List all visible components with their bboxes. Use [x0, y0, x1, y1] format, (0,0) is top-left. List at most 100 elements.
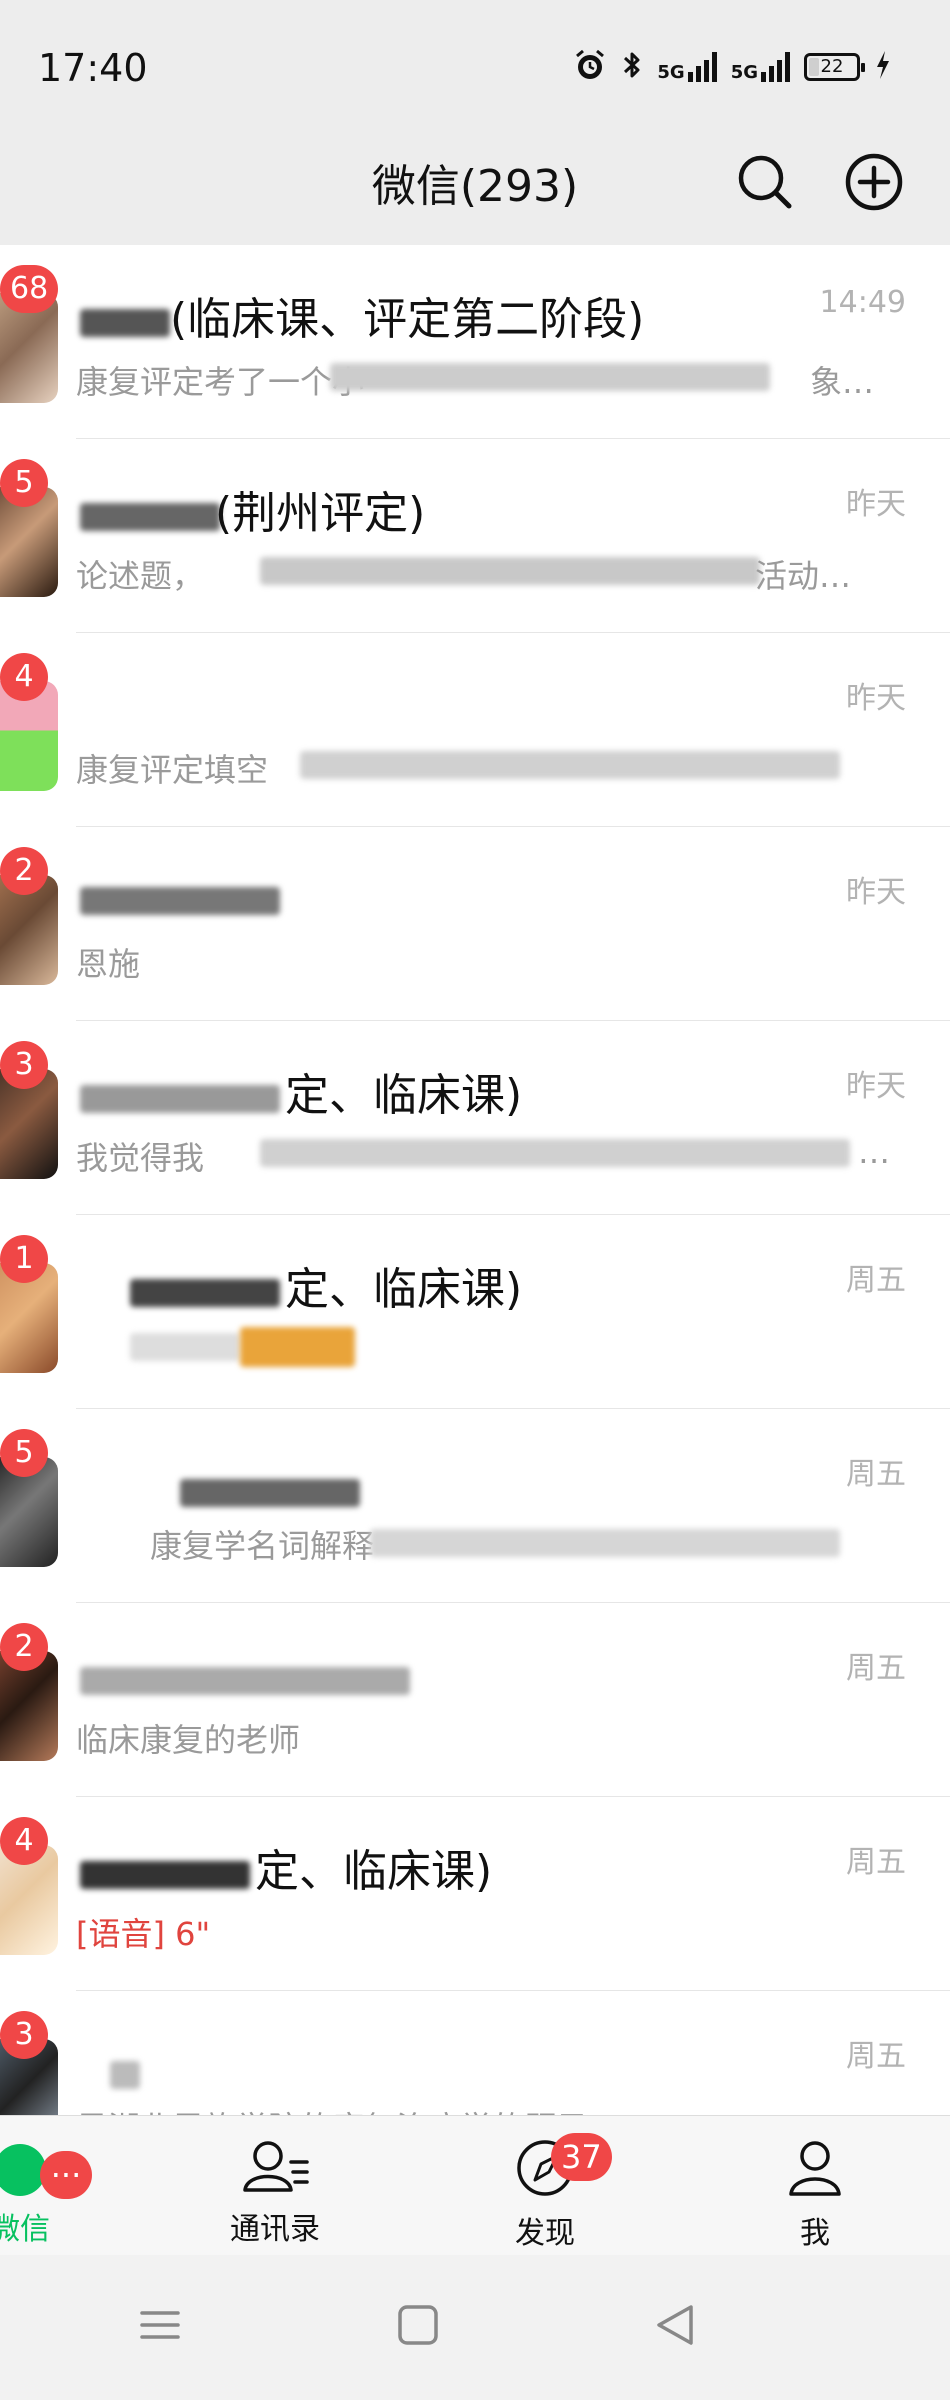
redacted-block [130, 1333, 240, 1361]
chat-time: 周五 [846, 1651, 906, 1686]
tab-label: 通讯录 [230, 2212, 320, 2247]
redacted-block [370, 1529, 840, 1557]
redacted-block [180, 1479, 360, 1507]
chat-item-9[interactable]: 4 定、临床课) [语音] 6" 周五 [0, 1797, 950, 1991]
chat-name: 定、临床课) [255, 1846, 493, 1897]
chat-item-2[interactable]: 5 (荆州评定) 论述题， 活动… 昨天 [0, 439, 950, 633]
back-button[interactable] [645, 2295, 705, 2355]
chat-time: 14:49 [819, 285, 906, 320]
chat-item-10[interactable]: 3 是湖北恩施学院的康复治疗学的题目 周五 [0, 1991, 950, 2115]
status-bar: 17:40 5G 5G 22 [0, 0, 950, 120]
chat-item-5[interactable]: 3 定、临床课) 我觉得我 … 昨天 [0, 1021, 950, 1215]
person-icon [789, 2141, 841, 2196]
chat-item-1[interactable]: 68 (临床课、评定第二阶段) 康复评定考了一个小 象… 14:49 [0, 245, 950, 439]
chat-preview: 恩施 [76, 945, 141, 983]
chat-time: 昨天 [846, 875, 906, 910]
chat-time: 周五 [846, 1845, 906, 1880]
chat-preview: 是湖北恩施学院的康复治疗学的题目 [76, 2103, 588, 2115]
chat-item-7[interactable]: 5 康复学名词解释 周五 [0, 1409, 950, 1603]
redacted-block [80, 503, 220, 531]
chat-item-4[interactable]: 2 恩施 昨天 [0, 827, 950, 1021]
battery-text: 22 [820, 56, 844, 77]
signal-5g-icon-2: 5G [731, 52, 790, 82]
redacted-block [80, 309, 170, 337]
search-icon [738, 155, 792, 209]
bluetooth-icon [621, 48, 643, 86]
redacted-block [80, 1085, 280, 1113]
redacted-block [300, 751, 840, 779]
tab-chats[interactable]: 微信 ··· [0, 2136, 100, 2248]
chat-time: 昨天 [846, 1069, 906, 1104]
tab-label: 发现 [515, 2216, 575, 2251]
chat-list: 68 (临床课、评定第二阶段) 康复评定考了一个小 象… 14:49 5 (荆州… [0, 245, 950, 2115]
chat-name: 定、临床课) [285, 1070, 523, 1121]
chat-preview-suffix: 象… [810, 363, 875, 401]
unread-badge: 2 [0, 847, 48, 895]
chat-item-6[interactable]: 1 定、临床课) 周五 [0, 1215, 950, 1409]
tab-badge: 37 [551, 2133, 612, 2181]
chat-time: 昨天 [846, 487, 906, 522]
status-time: 17:40 [38, 46, 148, 90]
chat-name: 定、临床课) [285, 1264, 523, 1315]
redacted-block [110, 2061, 140, 2089]
plus-circle-icon [845, 153, 903, 211]
tab-discover[interactable]: 发现 37 [465, 2133, 625, 2252]
chat-time: 昨天 [846, 681, 906, 716]
redacted-block [240, 1327, 355, 1367]
search-button[interactable] [733, 150, 797, 214]
chat-preview: 临床康复的老师 [76, 1721, 301, 1759]
chat-preview: 康复评定考了一个小 [76, 363, 365, 401]
menu-button[interactable] [130, 2295, 190, 2355]
unread-badge: 2 [0, 1623, 48, 1671]
redacted-block [80, 1667, 410, 1695]
chat-preview: 论述题， [76, 557, 205, 595]
tab-label: 微信 [0, 2212, 50, 2247]
chat-name: (临床课、评定第二阶段) [170, 294, 645, 345]
page-title: 微信(293) [371, 161, 579, 212]
redacted-block [260, 1139, 850, 1167]
charging-icon [874, 49, 892, 85]
chat-preview: 康复评定填空 [76, 751, 269, 789]
home-square-icon [398, 2305, 438, 2345]
redacted-block [260, 557, 760, 585]
redacted-block [80, 887, 280, 915]
chat-preview-suffix: … [858, 1133, 890, 1171]
chat-time: 周五 [846, 1457, 906, 1492]
chat-time: 周五 [846, 2039, 906, 2074]
chat-time: 周五 [846, 1263, 906, 1298]
redacted-block [80, 1861, 250, 1889]
chat-preview-suffix: 活动… [755, 557, 852, 595]
home-button[interactable] [388, 2295, 448, 2355]
unread-badge: 3 [0, 2011, 48, 2059]
redacted-block [330, 363, 770, 391]
chat-item-8[interactable]: 2 临床康复的老师 周五 [0, 1603, 950, 1797]
battery-icon: 22 [804, 53, 865, 81]
chat-preview: 我觉得我 [76, 1139, 205, 1177]
unread-badge: 4 [0, 1817, 48, 1865]
chat-preview: [语音] 6" [76, 1915, 211, 1953]
unread-badge: 3 [0, 1041, 48, 1089]
chat-name: (荆州评定) [215, 488, 426, 539]
unread-badge: 1 [0, 1235, 48, 1283]
contacts-icon [243, 2141, 309, 2192]
bottom-tab-bar: 微信 ··· 通讯录 发现 37 我 [0, 2115, 950, 2256]
chat-preview: 康复学名词解释 [150, 1527, 375, 1565]
alarm-icon [573, 48, 607, 86]
unread-badge: 68 [0, 265, 59, 313]
unread-badge: 5 [0, 1429, 48, 1477]
tab-contacts[interactable]: 通讯录 [195, 2136, 355, 2248]
tab-label: 我 [800, 2216, 830, 2251]
status-icons: 5G 5G 22 [573, 48, 892, 86]
add-button[interactable] [842, 150, 906, 214]
tab-me[interactable]: 我 [735, 2136, 895, 2252]
chat-item-3[interactable]: 4 康复评定填空 昨天 [0, 633, 950, 827]
unread-badge: 5 [0, 459, 48, 507]
system-nav-bar [0, 2255, 950, 2400]
back-triangle-icon [657, 2305, 693, 2345]
signal-5g-icon-1: 5G [657, 52, 717, 82]
redacted-block [130, 1279, 280, 1307]
menu-icon [140, 2311, 180, 2339]
tab-badge: ··· [40, 2151, 92, 2199]
app-header: 微信(293) [0, 120, 950, 245]
unread-badge: 4 [0, 653, 48, 701]
